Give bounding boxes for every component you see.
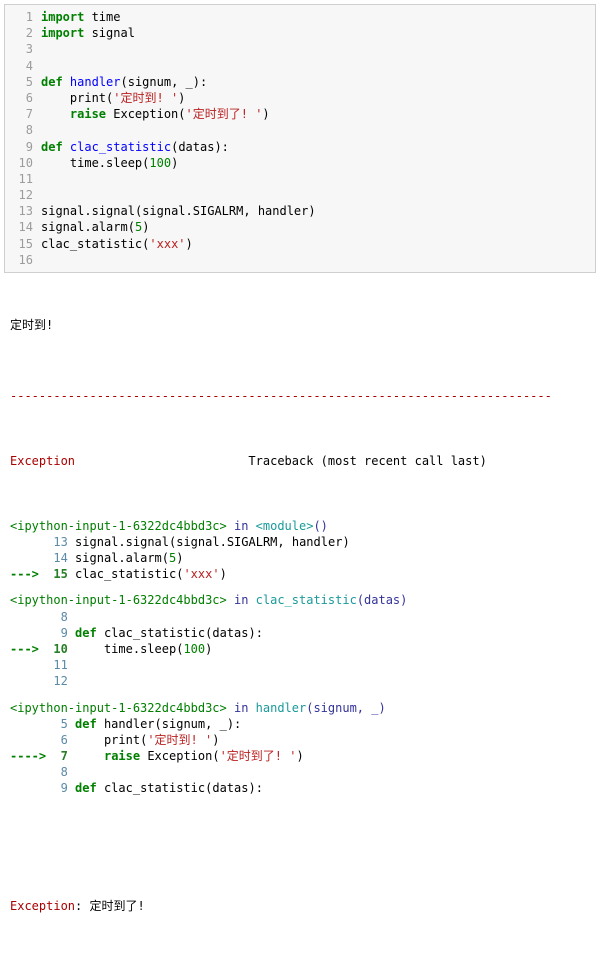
code-line: 8 xyxy=(5,122,595,138)
code-content: import time xyxy=(41,9,595,25)
code-content: time.sleep(100) xyxy=(41,155,595,171)
traceback-frame-location: <ipython-input-1-6322dc4bbd3c> in handle… xyxy=(10,700,592,716)
code-content: clac_statistic('xxx') xyxy=(41,236,595,252)
code-line: 2import signal xyxy=(5,25,595,41)
traceback-code-line: 8 xyxy=(10,764,592,780)
final-exception-line: Exception: 定时到了! xyxy=(10,898,592,914)
line-number: 4 xyxy=(5,58,41,74)
line-number: 11 xyxy=(5,171,41,187)
code-line: 9def clac_statistic(datas): xyxy=(5,139,595,155)
notebook-snippet: 1import time2import signal345def handler… xyxy=(0,4,600,954)
code-line: 10 time.sleep(100) xyxy=(5,155,595,171)
traceback-code-line: 14 signal.alarm(5) xyxy=(10,550,592,566)
code-content: import signal xyxy=(41,25,595,41)
traceback-code-line: 5 def handler(signum, _): xyxy=(10,716,592,732)
line-number: 8 xyxy=(5,122,41,138)
line-number: 14 xyxy=(5,219,41,235)
traceback-code-line: 6 print('定时到! ') xyxy=(10,732,592,748)
traceback-frames: <ipython-input-1-6322dc4bbd3c> in <modul… xyxy=(10,518,592,807)
traceback-code-line: 11 xyxy=(10,657,592,673)
line-number: 6 xyxy=(5,90,41,106)
traceback-code-line: ----> 7 raise Exception('定时到了! ') xyxy=(10,748,592,764)
line-number: 5 xyxy=(5,74,41,90)
output-area: 定时到! -----------------------------------… xyxy=(0,281,600,954)
traceback-header: Exception Traceback (most recent call la… xyxy=(10,453,592,469)
code-line: 7 raise Exception('定时到了! ') xyxy=(5,106,595,122)
traceback-label: Traceback (most recent call last) xyxy=(75,454,487,468)
code-line: 15clac_statistic('xxx') xyxy=(5,236,595,252)
code-content: raise Exception('定时到了! ') xyxy=(41,106,595,122)
code-cell: 1import time2import signal345def handler… xyxy=(4,4,596,273)
code-line: 12 xyxy=(5,187,595,203)
code-line: 5def handler(signum, _): xyxy=(5,74,595,90)
line-number: 9 xyxy=(5,139,41,155)
traceback-code-line: 9 def clac_statistic(datas): xyxy=(10,625,592,641)
code-line: 13signal.signal(signal.SIGALRM, handler) xyxy=(5,203,595,219)
line-number: 15 xyxy=(5,236,41,252)
final-exception-name: Exception xyxy=(10,899,75,913)
code-line: 1import time xyxy=(5,9,595,25)
code-line: 6 print('定时到! ') xyxy=(5,90,595,106)
line-number: 10 xyxy=(5,155,41,171)
code-line: 11 xyxy=(5,171,595,187)
code-line: 14signal.alarm(5) xyxy=(5,219,595,235)
traceback-code-line: 13 signal.signal(signal.SIGALRM, handler… xyxy=(10,534,592,550)
code-content: signal.signal(signal.SIGALRM, handler) xyxy=(41,203,595,219)
line-number: 13 xyxy=(5,203,41,219)
exception-name: Exception xyxy=(10,454,75,468)
traceback-frame-location: <ipython-input-1-6322dc4bbd3c> in clac_s… xyxy=(10,592,592,608)
final-exception-message: 定时到了! xyxy=(89,899,151,913)
traceback-code-line: 9 def clac_statistic(datas): xyxy=(10,780,592,796)
traceback-frame-location: <ipython-input-1-6322dc4bbd3c> in <modul… xyxy=(10,518,592,534)
code-content: signal.alarm(5) xyxy=(41,219,595,235)
traceback-divider: ----------------------------------------… xyxy=(10,388,592,404)
code-line: 16 xyxy=(5,252,595,268)
traceback-code-line: 12 xyxy=(10,673,592,689)
line-number: 1 xyxy=(5,9,41,25)
line-number: 7 xyxy=(5,106,41,122)
traceback-code-line: ---> 15 clac_statistic('xxx') xyxy=(10,566,592,582)
final-exception-sep: : xyxy=(75,899,89,913)
code-content: print('定时到! ') xyxy=(41,90,595,106)
stdout-line: 定时到! xyxy=(10,317,592,333)
traceback-code-line: 8 xyxy=(10,609,592,625)
line-number: 12 xyxy=(5,187,41,203)
code-content: def handler(signum, _): xyxy=(41,74,595,90)
code-content: def clac_statistic(datas): xyxy=(41,139,595,155)
code-line: 4 xyxy=(5,58,595,74)
code-line: 3 xyxy=(5,41,595,57)
line-number: 2 xyxy=(5,25,41,41)
line-number: 3 xyxy=(5,41,41,57)
line-number: 16 xyxy=(5,252,41,268)
